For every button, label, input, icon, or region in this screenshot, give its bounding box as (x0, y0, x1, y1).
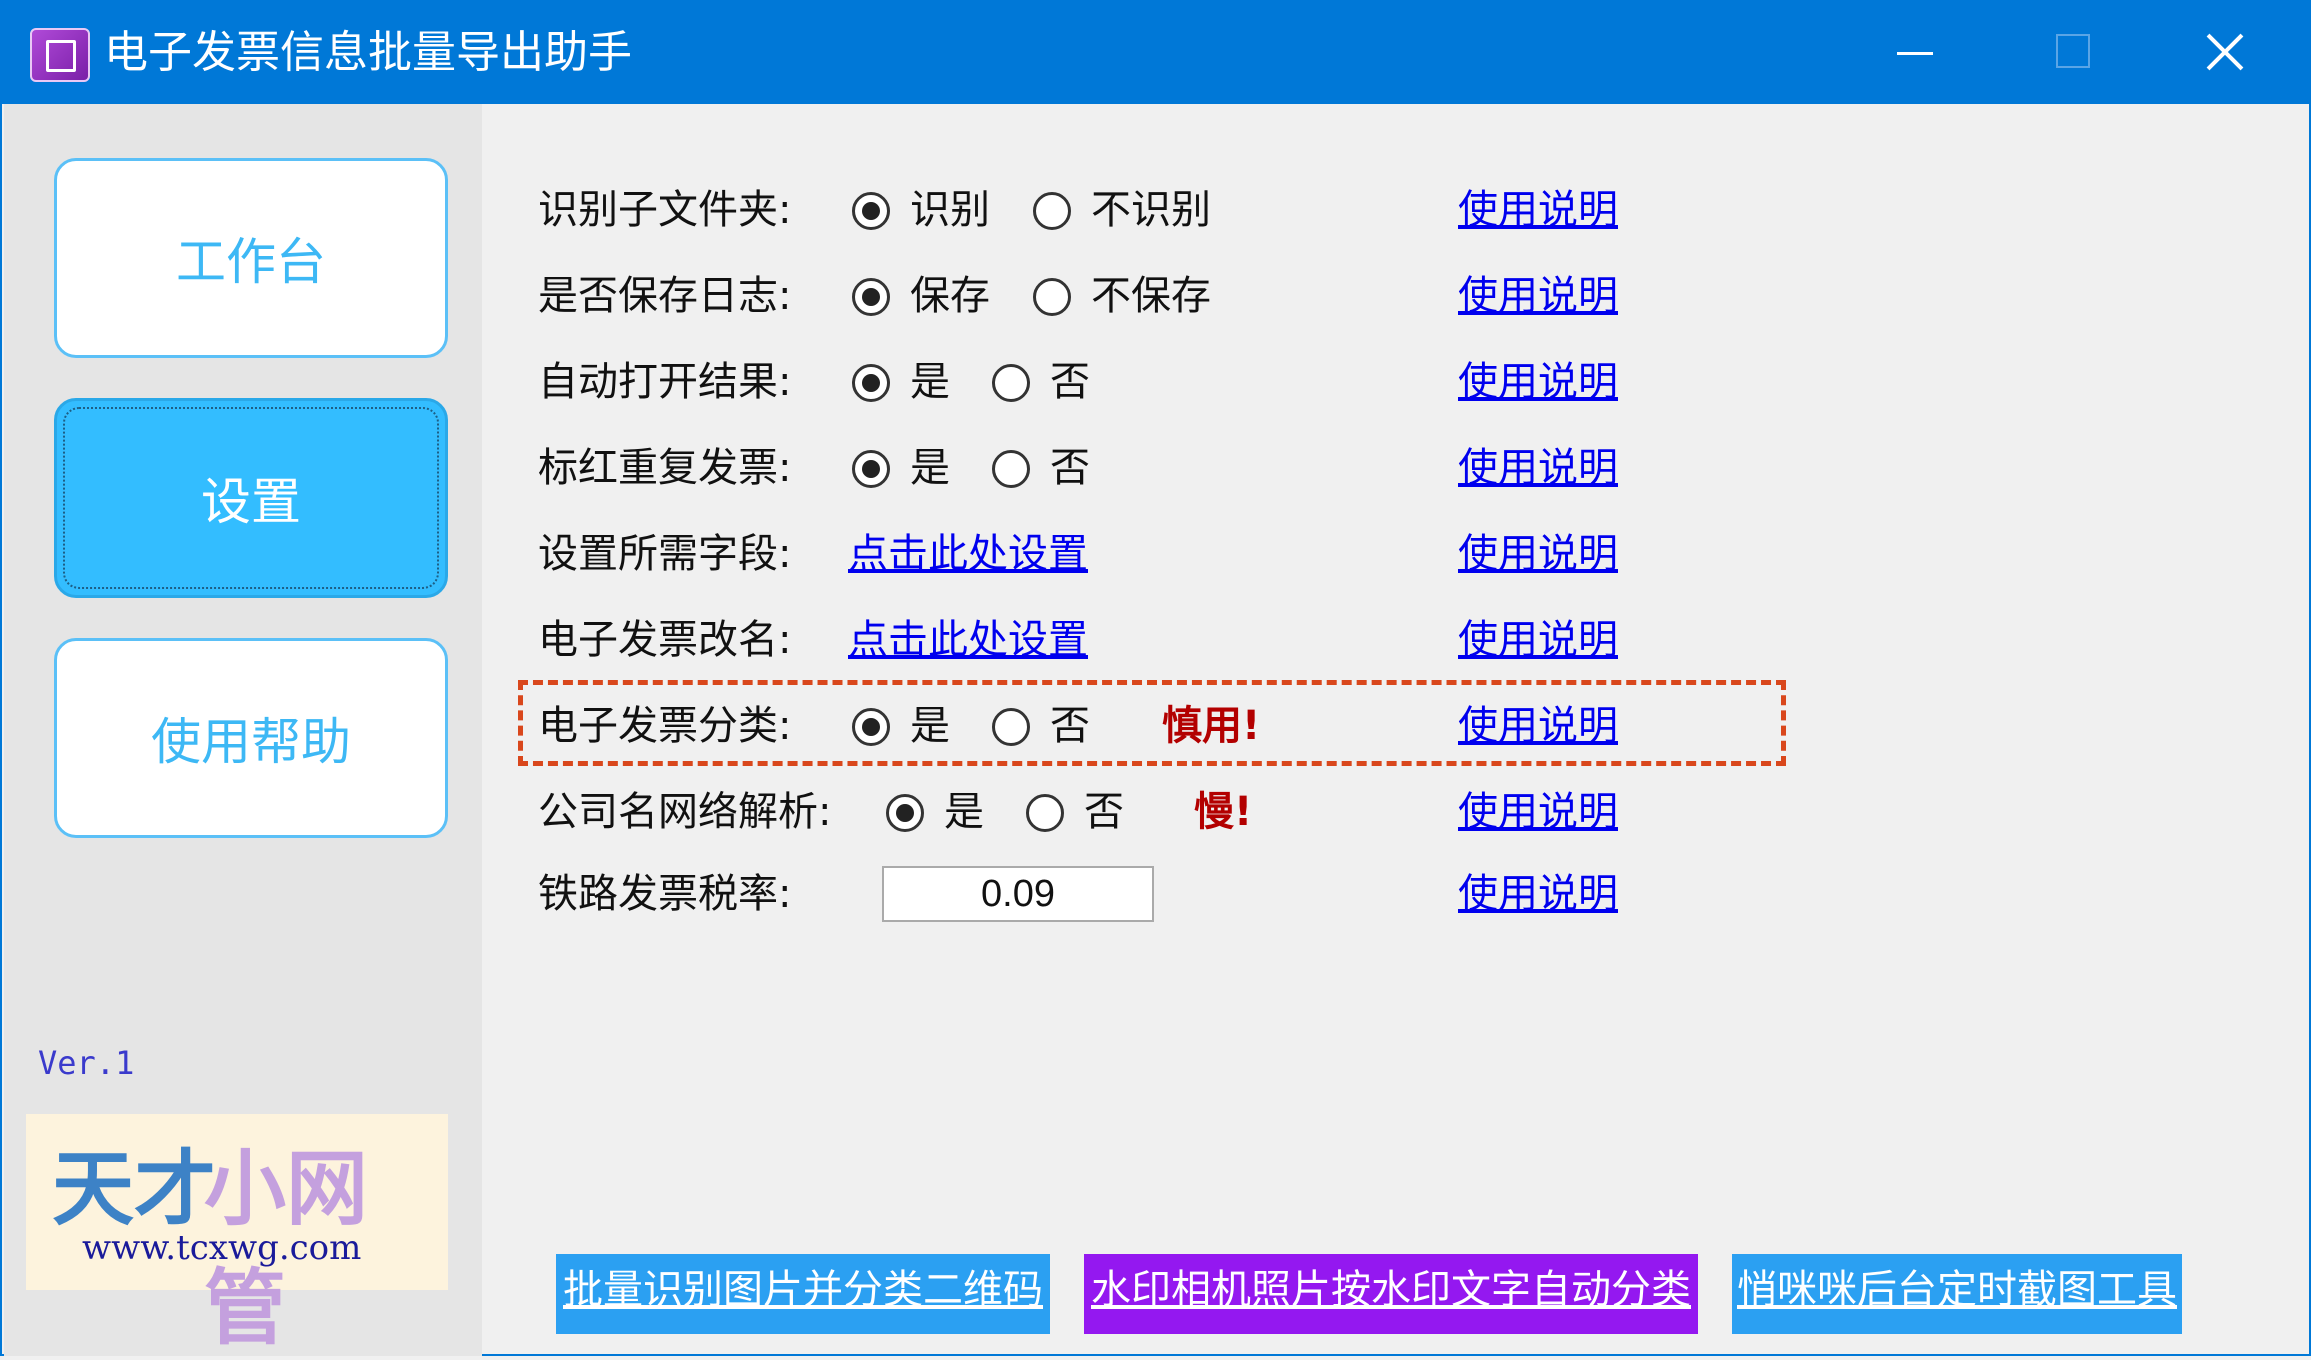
radio-label-classify-yes[interactable]: 是 (910, 700, 950, 752)
radio-label-classify-no[interactable]: 否 (1050, 700, 1090, 752)
help-link-save-log[interactable]: 使用说明 (1458, 270, 1618, 322)
logo-url: www.tcxwg.com (82, 1228, 362, 1268)
maximize-icon (2032, 22, 2112, 82)
radio-save-log-yes[interactable] (852, 278, 890, 316)
radio-label-company-lookup-no[interactable]: 否 (1084, 786, 1124, 838)
logo-text-part1: 天才 (52, 1142, 217, 1237)
minimize-icon[interactable] (1877, 22, 1957, 82)
radio-label-mark-duplicates-no[interactable]: 否 (1050, 442, 1090, 494)
setting-label-save-log: 是否保存日志: (538, 273, 792, 319)
help-link-rename[interactable]: 使用说明 (1458, 614, 1618, 666)
nav-workbench-button[interactable]: 工作台 (54, 158, 448, 358)
setting-label-company-lookup: 公司名网络解析: (538, 789, 832, 835)
nav-help-button[interactable]: 使用帮助 (54, 638, 448, 838)
help-link-auto-open[interactable]: 使用说明 (1458, 356, 1618, 408)
radio-label-subfolders-no[interactable]: 不识别 (1091, 184, 1211, 236)
window-title: 电子发票信息批量导出助手 (104, 27, 632, 78)
sidebar: 工作台 设置 使用帮助 Ver.1 天才 小网管 www.tcxwg.com (4, 104, 482, 1356)
radio-label-auto-open-no[interactable]: 否 (1050, 356, 1090, 408)
setting-label-rename: 电子发票改名: (538, 617, 792, 663)
help-link-subfolders[interactable]: 使用说明 (1458, 184, 1618, 236)
radio-label-company-lookup-yes[interactable]: 是 (944, 786, 984, 838)
setting-label-subfolders: 识别子文件夹: (538, 187, 792, 233)
radio-mark-duplicates-yes[interactable] (852, 450, 890, 488)
help-link-rail-tax-rate[interactable]: 使用说明 (1458, 868, 1618, 920)
background-screenshot-button[interactable]: 悄咪咪后台定时截图工具 (1732, 1254, 2182, 1334)
nav-settings-button[interactable]: 设置 (54, 398, 448, 598)
rail-tax-rate-input[interactable]: 0.09 (882, 866, 1154, 922)
radio-classify-no[interactable] (992, 708, 1030, 746)
app-window: 电子发票信息批量导出助手 工作台 设置 使用帮助 Ver.1 天才 小网管 ww… (0, 0, 2311, 1356)
version-label: Ver.1 (38, 1044, 135, 1082)
company-lookup-warning: 慢! (1194, 789, 1253, 835)
radio-auto-open-yes[interactable] (852, 364, 890, 402)
configure-fields-link[interactable]: 点击此处设置 (848, 528, 1088, 580)
brand-logo[interactable]: 天才 小网管 www.tcxwg.com (26, 1114, 448, 1356)
radio-label-mark-duplicates-yes[interactable]: 是 (910, 442, 950, 494)
title-bar[interactable]: 电子发票信息批量导出助手 (2, 2, 2309, 104)
app-icon (30, 28, 90, 82)
radio-label-save-log-no[interactable]: 不保存 (1091, 270, 1211, 322)
watermark-classify-button[interactable]: 水印相机照片按水印文字自动分类 (1084, 1254, 1698, 1334)
close-icon[interactable] (2187, 22, 2267, 82)
help-link-mark-duplicates[interactable]: 使用说明 (1458, 442, 1618, 494)
classify-warning: 慎用! (1162, 703, 1261, 749)
setting-label-classify: 电子发票分类: (538, 703, 792, 749)
setting-label-mark-duplicates: 标红重复发票: (538, 445, 792, 491)
radio-subfolders-yes[interactable] (852, 192, 890, 230)
radio-subfolders-no[interactable] (1033, 192, 1071, 230)
radio-label-save-log-yes[interactable]: 保存 (910, 270, 990, 322)
radio-label-subfolders-yes[interactable]: 识别 (910, 184, 990, 236)
radio-company-lookup-no[interactable] (1026, 794, 1064, 832)
radio-classify-yes[interactable] (852, 708, 890, 746)
configure-rename-link[interactable]: 点击此处设置 (848, 614, 1088, 666)
setting-label-fields: 设置所需字段: (538, 531, 792, 577)
radio-save-log-no[interactable] (1033, 278, 1071, 316)
qr-classify-button[interactable]: 批量识别图片并分类二维码 (556, 1254, 1050, 1334)
help-link-company-lookup[interactable]: 使用说明 (1458, 786, 1618, 838)
radio-mark-duplicates-no[interactable] (992, 450, 1030, 488)
help-link-classify[interactable]: 使用说明 (1458, 700, 1618, 752)
setting-label-rail-tax-rate: 铁路发票税率: (538, 871, 792, 917)
help-link-fields[interactable]: 使用说明 (1458, 528, 1618, 580)
setting-label-auto-open: 自动打开结果: (538, 359, 792, 405)
radio-company-lookup-yes[interactable] (886, 794, 924, 832)
radio-auto-open-no[interactable] (992, 364, 1030, 402)
radio-label-auto-open-yes[interactable]: 是 (910, 356, 950, 408)
